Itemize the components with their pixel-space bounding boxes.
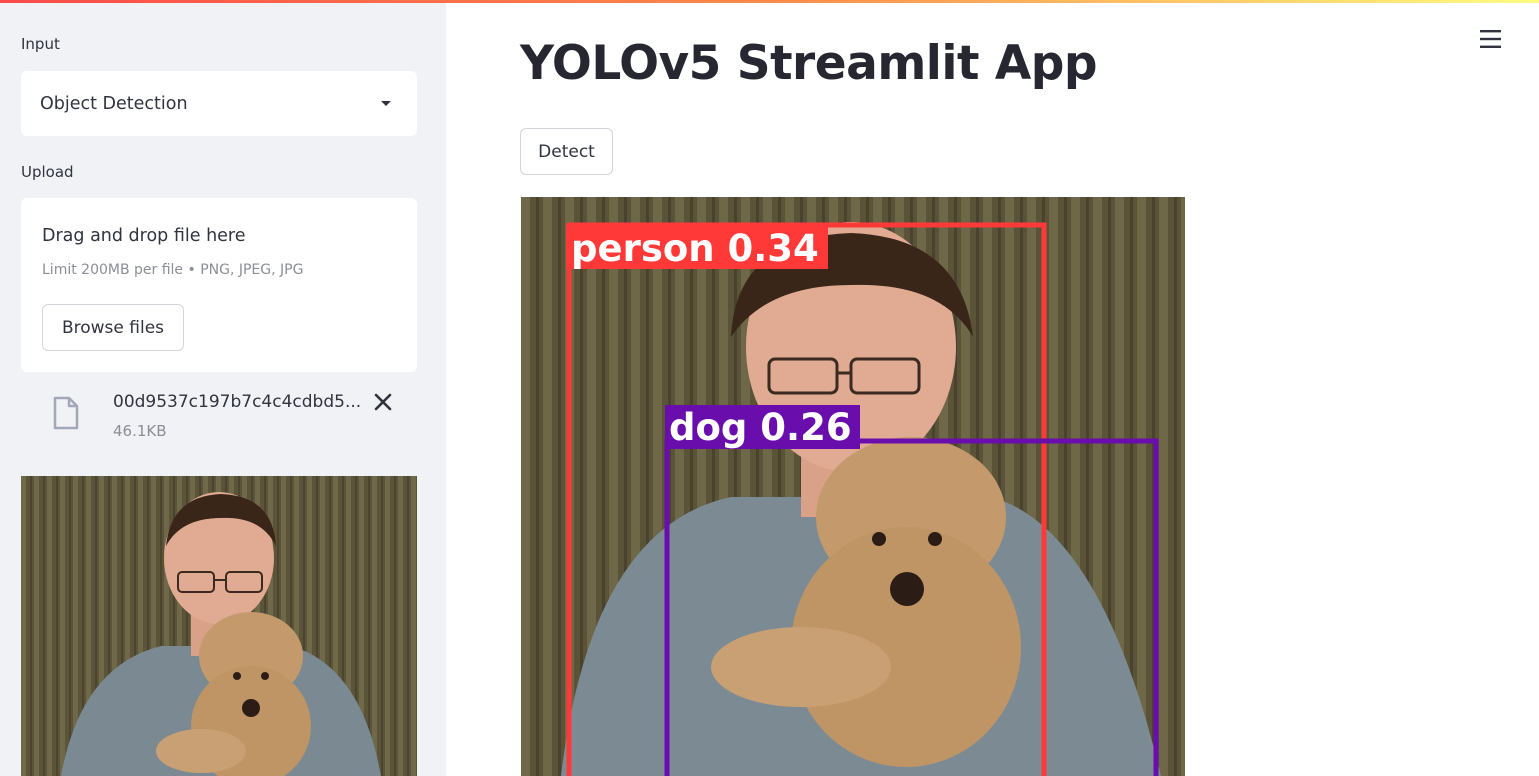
input-label: Input: [21, 35, 60, 53]
person-detection-label: person 0.34: [571, 227, 819, 270]
hamburger-icon[interactable]: [1478, 26, 1504, 52]
dropzone-limit-text: Limit 200MB per file • PNG, JPEG, JPG: [42, 262, 304, 278]
detect-button[interactable]: Detect: [520, 128, 613, 175]
browse-files-button[interactable]: Browse files: [42, 304, 184, 351]
file-size: 46.1KB: [113, 422, 167, 440]
file-name: 00d9537c197b7c4c4cdbd5...: [113, 392, 362, 412]
uploaded-image-preview: [21, 476, 417, 776]
file-dropzone[interactable]: Drag and drop file here Limit 200MB per …: [21, 198, 417, 372]
uploaded-file-item: 00d9537c197b7c4c4cdbd5... 46.1KB: [21, 386, 417, 450]
upload-label: Upload: [21, 163, 74, 181]
mode-select[interactable]: Object Detection: [21, 71, 417, 136]
dropzone-title: Drag and drop file here: [42, 226, 246, 246]
close-icon[interactable]: [371, 390, 395, 414]
detection-result-image: person 0.34 dog 0.26: [521, 197, 1185, 776]
top-decoration-bar: [0, 0, 1539, 3]
file-icon: [53, 396, 79, 430]
sidebar: Input Object Detection Upload Drag and d…: [0, 0, 446, 776]
dog-detection-label: dog 0.26: [669, 406, 852, 449]
page-title: YOLOv5 Streamlit App: [520, 36, 1098, 91]
mode-select-value: Object Detection: [40, 93, 188, 114]
caret-down-icon: [381, 101, 391, 106]
